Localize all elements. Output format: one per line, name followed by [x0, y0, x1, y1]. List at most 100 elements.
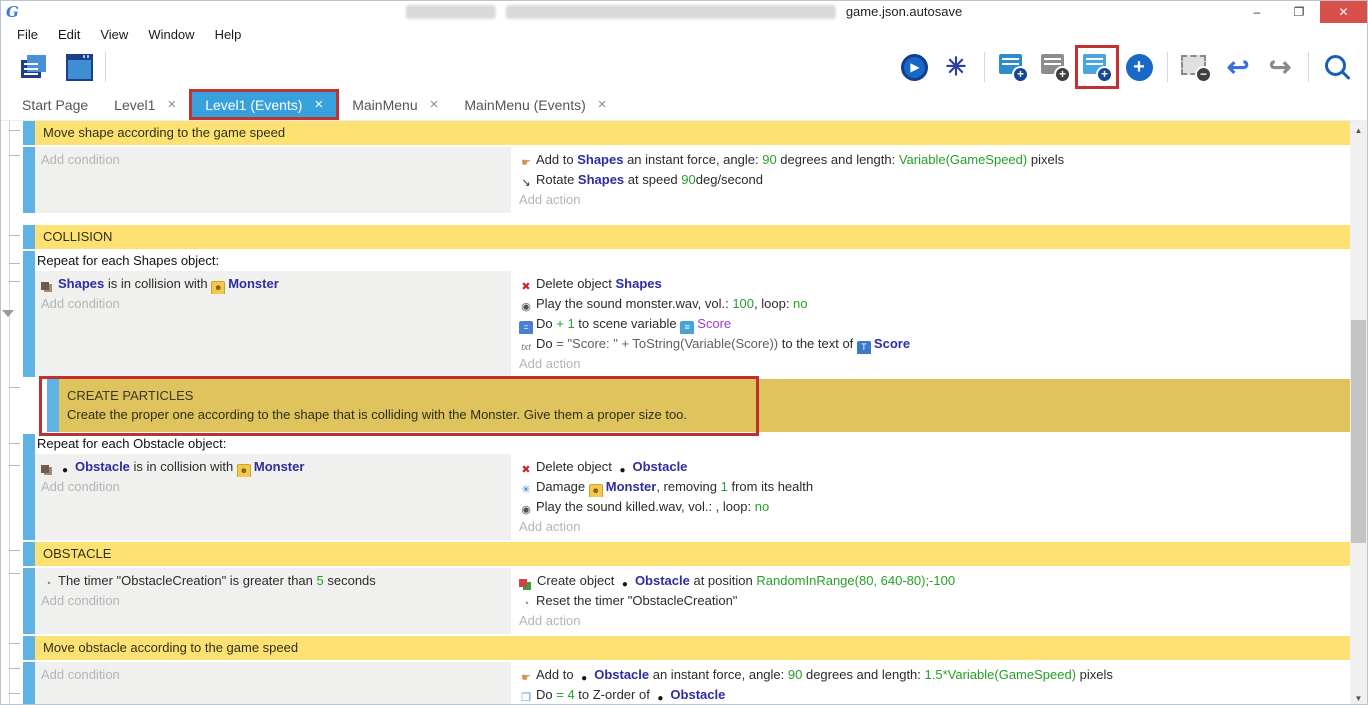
action-row[interactable]: ✳Damage ☻Monster, removing 1 from its he…: [515, 477, 1350, 497]
comment-create-particles[interactable]: CREATE PARTICLESCreate the proper one ac…: [47, 379, 1350, 432]
monster-icon: ☻: [589, 484, 603, 497]
event-drag-bar[interactable]: [23, 636, 35, 660]
menu-edit[interactable]: Edit: [48, 27, 90, 42]
repeat-label[interactable]: Repeat for each Shapes object:: [35, 251, 1350, 271]
repeat-obstacle[interactable]: Repeat for each Obstacle object: ●Obstacl…: [23, 434, 1350, 540]
app-logo-icon: G: [1, 2, 30, 22]
object-name: Monster: [228, 276, 279, 291]
action-row[interactable]: ☛Add to ●Obstacle an instant force, angl…: [515, 665, 1350, 685]
add-comment-button[interactable]: +: [1035, 47, 1075, 87]
section-collision[interactable]: COLLISION: [23, 225, 1350, 249]
vertical-scrollbar[interactable]: ▲ ▼: [1350, 121, 1367, 705]
close-tab-icon[interactable]: ×: [314, 96, 323, 113]
window-controls: – ❐ ✕: [1236, 1, 1367, 23]
monster-icon: ☻: [211, 281, 225, 294]
debugger-bug-button[interactable]: ✳: [936, 47, 976, 87]
repeat-shapes[interactable]: Repeat for each Shapes object: Shapes is …: [23, 251, 1350, 377]
action-row[interactable]: txtDo = "Score: " + ToString(Variable(Sc…: [515, 334, 1350, 354]
event-drag-bar[interactable]: [23, 147, 35, 213]
comment-title: CREATE PARTICLES: [67, 386, 1342, 405]
action-row[interactable]: ✖Delete object ●Obstacle: [515, 457, 1350, 477]
add-condition-button[interactable]: Add condition: [37, 294, 511, 314]
force-icon: ☛: [519, 157, 533, 171]
text-segment: degrees and length:: [802, 667, 924, 682]
add-condition-button[interactable]: Add condition: [37, 591, 511, 611]
section-obstacle[interactable]: OBSTACLE: [23, 542, 1350, 566]
action-row[interactable]: ◉Play the sound killed.wav, vol.: , loop…: [515, 497, 1350, 517]
event-drag-bar[interactable]: [23, 542, 35, 566]
collapse-arrow-icon[interactable]: [2, 310, 14, 317]
add-action-button[interactable]: Add action: [515, 517, 1350, 537]
condition-row[interactable]: Shapes is in collision with ☻Monster: [37, 274, 511, 294]
condition-row[interactable]: ◔The timer "ObstacleCreation" is greater…: [37, 571, 511, 591]
add-custom-event-button[interactable]: +: [1119, 47, 1159, 87]
remove-event-button[interactable]: −: [1176, 47, 1216, 87]
tab-mainmenu[interactable]: MainMenu×: [339, 89, 451, 120]
add-condition-button[interactable]: Add condition: [37, 477, 511, 497]
comment-move-obstacle[interactable]: Move obstacle according to the game spee…: [23, 636, 1350, 660]
event-drag-bar[interactable]: [23, 121, 35, 145]
menu-file[interactable]: File: [7, 27, 48, 42]
scroll-up-icon[interactable]: ▲: [1350, 123, 1367, 138]
preview-play-button[interactable]: ▶: [894, 47, 934, 87]
action-row[interactable]: ◉Play the sound monster.wav, vol.: 100, …: [515, 294, 1350, 314]
event-drag-bar[interactable]: [23, 251, 35, 377]
menu-help[interactable]: Help: [205, 27, 252, 42]
scroll-down-icon[interactable]: ▼: [1350, 691, 1367, 705]
title-bar: G game.json.autosave – ❐ ✕: [1, 1, 1367, 23]
action-row[interactable]: =Do + 1 to scene variable ≡Score: [515, 314, 1350, 334]
scrollbar-thumb[interactable]: [1351, 320, 1366, 543]
close-button[interactable]: ✕: [1320, 1, 1367, 23]
event-move-obstacle[interactable]: Add condition☛Add to ●Obstacle an instan…: [23, 662, 1350, 705]
add-event-button[interactable]: +: [993, 47, 1033, 87]
text-segment: Do: [536, 316, 556, 331]
action-row[interactable]: ❐Do = 4 to Z-order of ●Obstacle: [515, 685, 1350, 705]
add-subevent-button[interactable]: +: [1077, 47, 1117, 87]
project-manager-button[interactable]: [11, 47, 51, 87]
event-move-shape[interactable]: Add condition☛Add to Shapes an instant f…: [23, 147, 1350, 213]
tree-tick: [9, 693, 20, 694]
search-button[interactable]: [1317, 47, 1357, 87]
action-row[interactable]: ☛Add to Shapes an instant force, angle: …: [515, 150, 1350, 170]
tab-level1[interactable]: Level1×: [101, 89, 189, 120]
add-condition-button[interactable]: Add condition: [37, 150, 511, 170]
action-row[interactable]: ↘Rotate Shapes at speed 90deg/second: [515, 170, 1350, 190]
event-drag-bar[interactable]: [23, 568, 35, 634]
text-segment: Add to: [536, 667, 577, 682]
repeat-label[interactable]: Repeat for each Obstacle object:: [35, 434, 1350, 454]
object-name: Obstacle: [594, 667, 649, 682]
toolbar-separator: [105, 52, 106, 82]
tab-start-page[interactable]: Start Page: [9, 89, 101, 120]
event-drag-bar[interactable]: [47, 379, 59, 432]
event-drag-bar[interactable]: [23, 225, 35, 249]
add-action-button[interactable]: Add action: [515, 190, 1350, 210]
comment-move-shape[interactable]: Move shape according to the game speed: [23, 121, 1350, 145]
action-row[interactable]: Create object ●Obstacle at position Rand…: [515, 571, 1350, 591]
scene-window-button[interactable]: [59, 47, 99, 87]
tab-mainmenu-events[interactable]: MainMenu (Events)×: [451, 89, 619, 120]
obstacle-icon: ●: [618, 578, 632, 591]
event-drag-bar[interactable]: [23, 434, 35, 540]
window-title: game.json.autosave: [406, 4, 962, 19]
close-tab-icon[interactable]: ×: [167, 96, 176, 113]
tab-level1-events[interactable]: Level1 (Events)×: [189, 89, 339, 120]
redo-button[interactable]: ↪: [1260, 47, 1300, 87]
text-object-icon: T: [857, 341, 871, 355]
add-action-button[interactable]: Add action: [515, 611, 1350, 631]
add-action-button[interactable]: Add action: [515, 354, 1350, 374]
action-row[interactable]: ◔Reset the timer "ObstacleCreation": [515, 591, 1350, 611]
action-row[interactable]: ✖Delete object Shapes: [515, 274, 1350, 294]
event-obstacle-timer[interactable]: ◔The timer "ObstacleCreation" is greater…: [23, 568, 1350, 634]
restore-button[interactable]: ❐: [1278, 1, 1320, 23]
menu-view[interactable]: View: [90, 27, 138, 42]
minimize-button[interactable]: –: [1236, 1, 1278, 23]
add-condition-button[interactable]: Add condition: [37, 665, 511, 685]
event-drag-bar[interactable]: [23, 662, 35, 705]
undo-button[interactable]: ↩: [1218, 47, 1258, 87]
menu-window[interactable]: Window: [138, 27, 204, 42]
close-tab-icon[interactable]: ×: [598, 96, 607, 113]
close-tab-icon[interactable]: ×: [430, 96, 439, 113]
blurred-title-segment: [406, 5, 496, 19]
condition-row[interactable]: ●Obstacle is in collision with ☻Monster: [37, 457, 511, 477]
collision-icon: [41, 465, 49, 473]
